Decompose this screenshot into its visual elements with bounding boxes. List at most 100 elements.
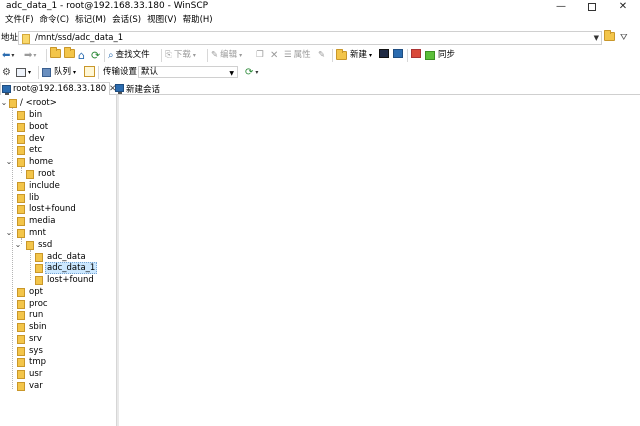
- terminal-button[interactable]: [379, 49, 389, 58]
- file-list-pane[interactable]: [119, 95, 640, 426]
- back-button[interactable]: ⬅ ▾: [2, 49, 14, 62]
- menu-command[interactable]: 命令(C): [37, 13, 73, 28]
- folder-icon: [26, 241, 34, 250]
- tab-new-session[interactable]: 新建会话: [114, 82, 160, 95]
- tree-node-etc[interactable]: etc: [0, 144, 116, 156]
- edit-button[interactable]: ✎ 编辑 ▾: [211, 49, 242, 62]
- tree-toggle-button[interactable]: [84, 66, 95, 77]
- transfer-settings[interactable]: 传输设置: [103, 66, 137, 79]
- tree-node-mnt[interactable]: ⌄ mnt: [0, 227, 116, 239]
- session-tree-button[interactable]: [393, 49, 403, 58]
- tree-node-usr[interactable]: usr: [0, 368, 116, 380]
- tree-node-include[interactable]: include: [0, 180, 116, 192]
- tree-node-label: lost+found: [29, 204, 76, 214]
- toolbar-separator: [332, 49, 333, 62]
- toolbar-separator: [207, 49, 208, 62]
- folder-icon: [17, 288, 25, 297]
- tree-node-media[interactable]: media: [0, 215, 116, 227]
- folder-icon: [17, 146, 25, 155]
- menu-help[interactable]: 帮助(H): [180, 13, 216, 28]
- tree-node-label: media: [29, 216, 56, 226]
- menu-mark[interactable]: 标记(M): [72, 13, 109, 28]
- folder-icon: [17, 194, 25, 203]
- find-files-label: 查找文件: [115, 50, 150, 60]
- delete-button[interactable]: ✕: [270, 49, 278, 62]
- root-directory-button[interactable]: [64, 47, 75, 58]
- view-mode-button[interactable]: ▾: [16, 66, 31, 79]
- transfer-settings-select[interactable]: 默认 ▼: [138, 66, 238, 78]
- find-files-button[interactable]: ⌕ 查找文件: [108, 49, 150, 62]
- tree-node-opt[interactable]: opt: [0, 286, 116, 298]
- open-directory-button[interactable]: [604, 30, 615, 41]
- download-button[interactable]: ⎘ 下载 ▾: [165, 49, 196, 62]
- folder-icon: [17, 217, 25, 226]
- parent-directory-button[interactable]: [50, 47, 61, 58]
- transfer-settings-label: 传输设置: [103, 67, 138, 77]
- tree-node-label: home: [29, 157, 54, 167]
- new-label: 新建: [350, 50, 368, 60]
- new-button[interactable]: 新建 ▾: [336, 49, 372, 62]
- menu-view[interactable]: 视图(V): [144, 13, 179, 28]
- tree-node-label: include: [29, 181, 60, 191]
- properties-icon: ☰: [284, 50, 292, 60]
- download-label: 下载: [173, 50, 191, 60]
- rename-icon: ✎: [318, 50, 326, 60]
- tree-node-boot[interactable]: boot: [0, 121, 116, 133]
- tree-node-label: usr: [29, 369, 43, 379]
- chevron-down-icon[interactable]: ⌄: [5, 227, 13, 239]
- tree-node-lost-found[interactable]: lost+found: [0, 203, 116, 215]
- tab-session[interactable]: root@192.168.33.180 ✕: [0, 82, 116, 95]
- refresh-button[interactable]: ⟳: [91, 49, 100, 62]
- tree-node-srv[interactable]: srv: [0, 333, 116, 345]
- folder-icon: [17, 335, 25, 344]
- chevron-down-icon: ▾: [28, 69, 32, 76]
- compare-button[interactable]: [411, 49, 421, 58]
- tree-node-root[interactable]: ⌄ / <root>: [0, 97, 116, 109]
- tree-node-root-home[interactable]: root: [0, 168, 116, 180]
- edit-icon: ✎: [211, 50, 219, 60]
- maximize-button[interactable]: [578, 0, 606, 13]
- tree-node-bin[interactable]: bin: [0, 109, 116, 121]
- chevron-down-icon[interactable]: ⌄: [0, 97, 8, 109]
- home-icon: ⌂: [78, 49, 85, 62]
- queue-button[interactable]: 队列 ▾: [42, 66, 76, 79]
- home-directory-button[interactable]: ⌂: [78, 49, 85, 62]
- tree-node-home[interactable]: ⌄ home: [0, 156, 116, 168]
- tree-node-ssd[interactable]: ⌄ ssd: [0, 239, 116, 251]
- rename-button[interactable]: ✎: [318, 49, 325, 62]
- transfer-options-button[interactable]: ⟳ ▾: [245, 66, 258, 79]
- address-input[interactable]: /mnt/ssd/adc_data_1 ▼: [18, 31, 602, 45]
- folder-icon: [35, 253, 43, 262]
- title-bar: adc_data_1 - root@192.168.33.180 - WinSC…: [0, 0, 640, 13]
- address-label: 地址: [1, 33, 19, 43]
- properties-button[interactable]: ☰ 属性: [284, 49, 311, 62]
- folder-icon: [26, 170, 34, 179]
- chevron-down-icon[interactable]: ▼: [594, 32, 599, 44]
- gear-icon: ⚙: [2, 67, 11, 78]
- chevron-down-icon[interactable]: ⌄: [14, 239, 22, 251]
- directory-tree[interactable]: ⌄ / <root> bin boot dev etc ⌄ home root …: [0, 95, 117, 426]
- toolbar-separator: [161, 49, 162, 62]
- chevron-down-icon: ▾: [11, 52, 15, 59]
- tree-icon: [84, 66, 95, 77]
- chevron-down-icon[interactable]: ⌄: [5, 156, 13, 168]
- tree-node-tmp[interactable]: tmp: [0, 356, 116, 368]
- tree-node-var[interactable]: var: [0, 380, 116, 392]
- copy-button[interactable]: ❐: [256, 49, 264, 62]
- sync-label: 同步: [438, 50, 456, 60]
- sync-button[interactable]: 同步: [425, 49, 455, 62]
- forward-button[interactable]: ➡ ▾: [24, 49, 36, 62]
- close-button[interactable]: ✕: [609, 0, 637, 13]
- tree-node-ssd-lost-found[interactable]: lost+found: [0, 274, 116, 286]
- tree-node-sbin[interactable]: sbin: [0, 321, 116, 333]
- folder-icon: [17, 300, 25, 309]
- toolbar-separator: [98, 66, 99, 79]
- tree-node-adc-data-1[interactable]: adc_data_1: [0, 262, 116, 274]
- preferences-button[interactable]: ⚙: [2, 66, 11, 79]
- filter-button[interactable]: ⛛: [620, 32, 628, 45]
- menu-session[interactable]: 会话(S): [109, 13, 144, 28]
- tree-node-run[interactable]: run: [0, 309, 116, 321]
- menu-file[interactable]: 文件(F): [2, 13, 37, 28]
- minimize-button[interactable]: —: [547, 0, 575, 13]
- toolbar-separator: [38, 66, 39, 79]
